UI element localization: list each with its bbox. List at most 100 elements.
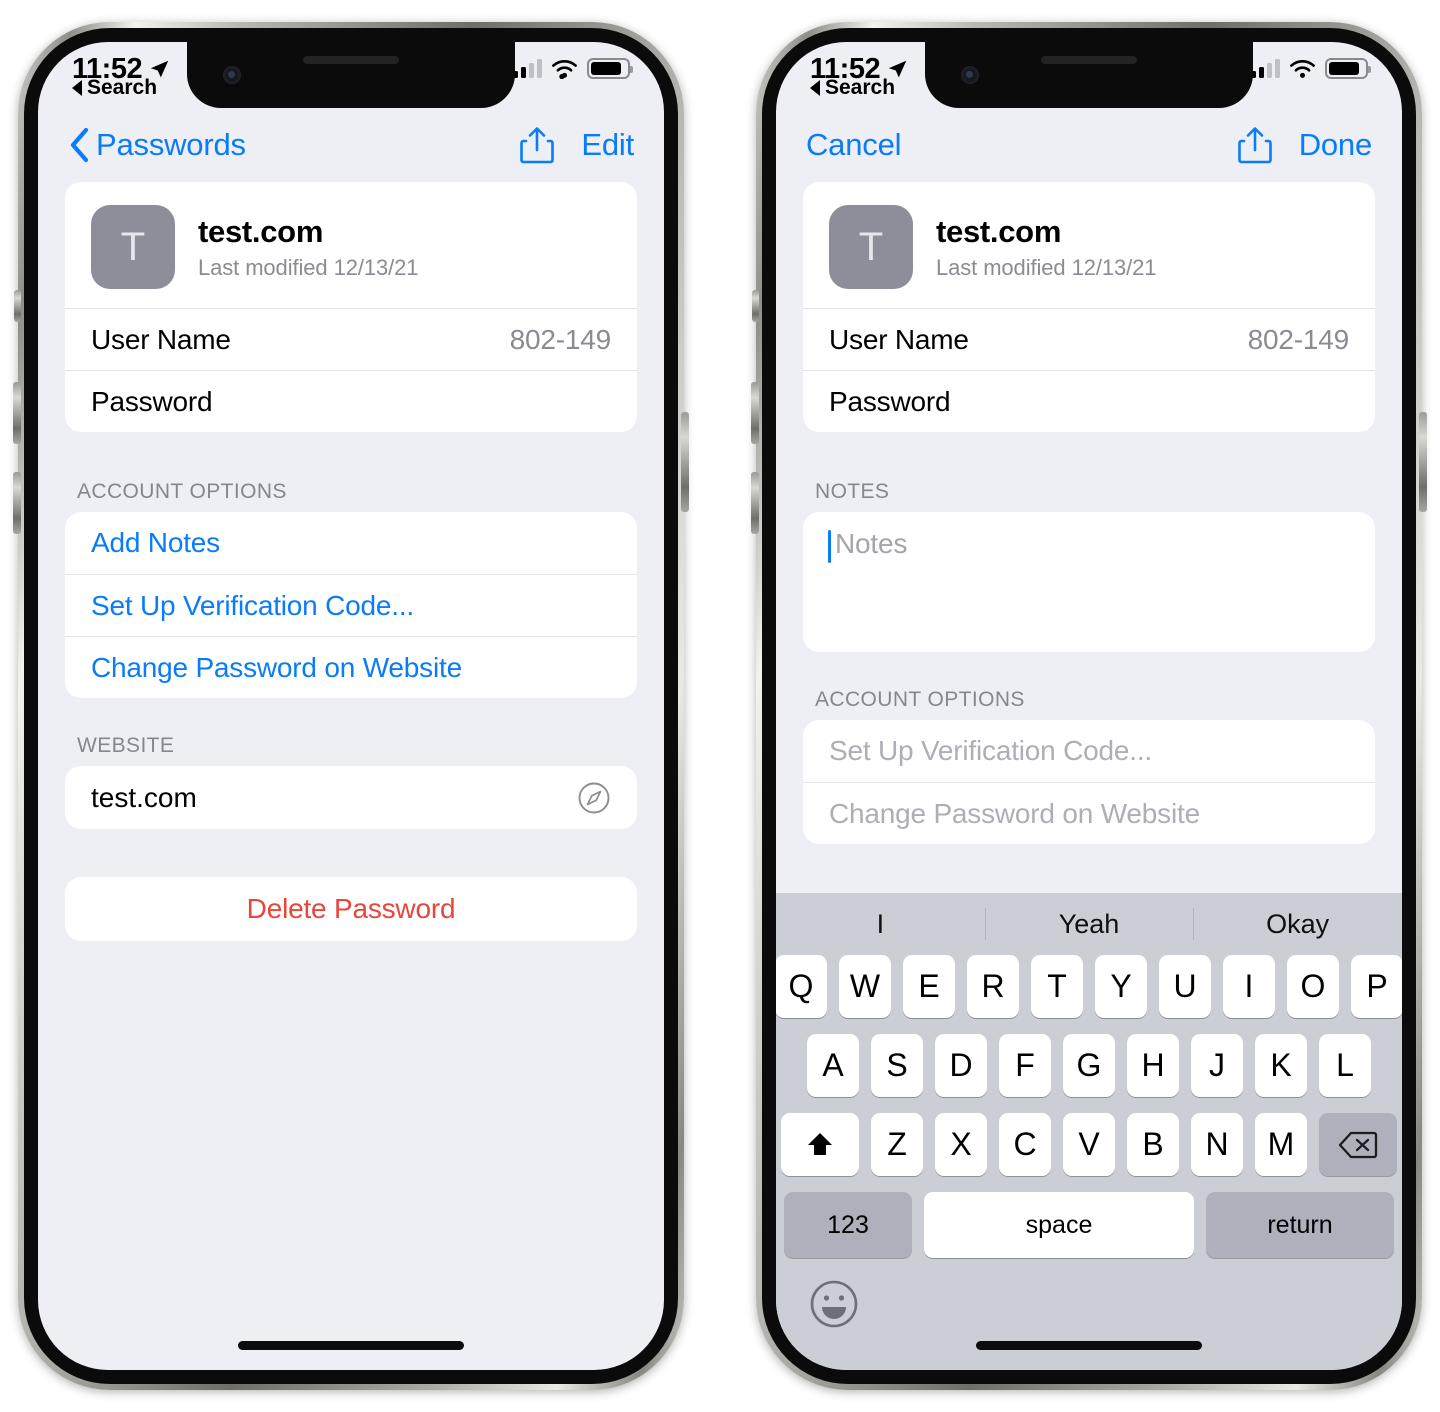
power-button[interactable]	[681, 412, 689, 512]
site-icon-tile: T	[829, 205, 913, 289]
emoji-smiley-icon[interactable]	[808, 1278, 860, 1330]
share-icon[interactable]	[1237, 125, 1272, 165]
account-header-text: test.com Last modified 12/13/21	[198, 213, 419, 281]
return-key[interactable]: return	[1206, 1192, 1394, 1258]
notch	[187, 42, 515, 108]
space-key[interactable]: space	[924, 1192, 1194, 1258]
key-s[interactable]: S	[871, 1034, 923, 1097]
password-label: Password	[91, 385, 213, 417]
key-n[interactable]: N	[1191, 1113, 1243, 1176]
key-t[interactable]: T	[1031, 955, 1083, 1018]
back-to-search-button[interactable]: Search	[72, 76, 157, 100]
cancel-button[interactable]: Cancel	[806, 127, 901, 163]
back-button-label: Passwords	[96, 127, 246, 162]
key-d[interactable]: D	[935, 1034, 987, 1097]
predictive-text-bar: I Yeah Okay	[776, 893, 1402, 955]
cellular-signal-icon	[1251, 59, 1280, 78]
shift-key[interactable]	[781, 1113, 859, 1176]
site-icon-tile: T	[91, 205, 175, 289]
key-i[interactable]: I	[1223, 955, 1275, 1018]
key-x[interactable]: X	[935, 1113, 987, 1176]
backspace-key[interactable]	[1319, 1113, 1397, 1176]
user-name-row[interactable]: User Name 802-149	[65, 308, 637, 370]
change-password-on-website-label: Change Password on Website	[829, 797, 1200, 829]
back-to-search-label: Search	[825, 76, 896, 99]
key-u[interactable]: U	[1159, 955, 1211, 1018]
account-options-header: ACCOUNT OPTIONS	[77, 480, 287, 503]
key-r[interactable]: R	[967, 955, 1019, 1018]
back-button[interactable]: Passwords	[68, 127, 246, 163]
website-value: test.com	[91, 781, 197, 813]
password-row[interactable]: Password	[65, 370, 637, 432]
website-row[interactable]: test.com	[65, 766, 637, 829]
set-up-verification-code-row: Set Up Verification Code...	[803, 720, 1375, 782]
numbers-key[interactable]: 123	[784, 1192, 912, 1258]
key-c[interactable]: C	[999, 1113, 1051, 1176]
volume-down-button[interactable]	[13, 472, 21, 534]
edit-button[interactable]: Edit	[581, 127, 634, 163]
prediction-2[interactable]: Yeah	[985, 909, 1194, 940]
volume-up-button[interactable]	[751, 382, 759, 444]
back-to-search-button[interactable]: Search	[810, 76, 895, 100]
text-cursor	[828, 530, 831, 563]
mute-switch[interactable]	[752, 290, 759, 322]
notes-input[interactable]: Notes	[803, 512, 1375, 652]
change-password-on-website-row[interactable]: Change Password on Website	[65, 636, 637, 698]
last-modified: Last modified 12/13/21	[198, 255, 419, 281]
account-options-card: Set Up Verification Code... Change Passw…	[803, 720, 1375, 844]
keyboard-row-4: 123 space return	[776, 1192, 1402, 1258]
key-p[interactable]: P	[1351, 955, 1402, 1018]
dual-phone-screenshot: 11:52 Search Passwords Edit T test.com L…	[0, 0, 1440, 1412]
notes-placeholder: Notes	[835, 528, 908, 559]
home-indicator[interactable]	[238, 1341, 464, 1350]
volume-down-button[interactable]	[751, 472, 759, 534]
last-modified: Last modified 12/13/21	[936, 255, 1157, 281]
key-q[interactable]: Q	[776, 955, 827, 1018]
key-g[interactable]: G	[1063, 1034, 1115, 1097]
backspace-icon	[1338, 1131, 1378, 1158]
content-left: T test.com Last modified 12/13/21 User N…	[38, 182, 664, 941]
share-icon[interactable]	[520, 125, 555, 165]
key-z[interactable]: Z	[871, 1113, 923, 1176]
done-button[interactable]: Done	[1299, 127, 1373, 163]
notch	[925, 42, 1253, 108]
key-a[interactable]: A	[807, 1034, 859, 1097]
account-options-card: Add Notes Set Up Verification Code... Ch…	[65, 512, 637, 698]
key-m[interactable]: M	[1255, 1113, 1307, 1176]
prediction-3[interactable]: Okay	[1193, 909, 1402, 940]
key-w[interactable]: W	[839, 955, 891, 1018]
keyboard-row-2: A S D F G H J K L	[776, 1034, 1402, 1097]
change-password-on-website-row: Change Password on Website	[803, 782, 1375, 844]
key-l[interactable]: L	[1319, 1034, 1371, 1097]
set-up-verification-code-row[interactable]: Set Up Verification Code...	[65, 574, 637, 636]
account-header-text: test.com Last modified 12/13/21	[936, 213, 1157, 281]
keyboard-bottom-bar	[776, 1274, 1402, 1370]
safari-compass-icon[interactable]	[577, 781, 611, 815]
change-password-on-website-label: Change Password on Website	[91, 651, 462, 683]
key-k[interactable]: K	[1255, 1034, 1307, 1097]
prediction-1[interactable]: I	[776, 909, 985, 940]
key-j[interactable]: J	[1191, 1034, 1243, 1097]
nav-bar-actions: Done	[1237, 125, 1373, 165]
key-b[interactable]: B	[1127, 1113, 1179, 1176]
mute-switch[interactable]	[14, 290, 21, 322]
power-button[interactable]	[1419, 412, 1427, 512]
user-name-row[interactable]: User Name 802-149	[803, 308, 1375, 370]
triangle-left-icon	[810, 80, 820, 96]
key-o[interactable]: O	[1287, 955, 1339, 1018]
key-e[interactable]: E	[903, 955, 955, 1018]
key-y[interactable]: Y	[1095, 955, 1147, 1018]
key-v[interactable]: V	[1063, 1113, 1115, 1176]
add-notes-row[interactable]: Add Notes	[65, 512, 637, 574]
set-up-verification-code-label: Set Up Verification Code...	[91, 589, 414, 621]
delete-password-button[interactable]: Delete Password	[65, 877, 637, 941]
key-f[interactable]: F	[999, 1034, 1051, 1097]
screen-left: 11:52 Search Passwords Edit T test.com L…	[38, 42, 664, 1370]
password-row[interactable]: Password	[803, 370, 1375, 432]
volume-up-button[interactable]	[13, 382, 21, 444]
battery-icon	[1325, 58, 1371, 79]
key-h[interactable]: H	[1127, 1034, 1179, 1097]
home-indicator[interactable]	[976, 1341, 1202, 1350]
